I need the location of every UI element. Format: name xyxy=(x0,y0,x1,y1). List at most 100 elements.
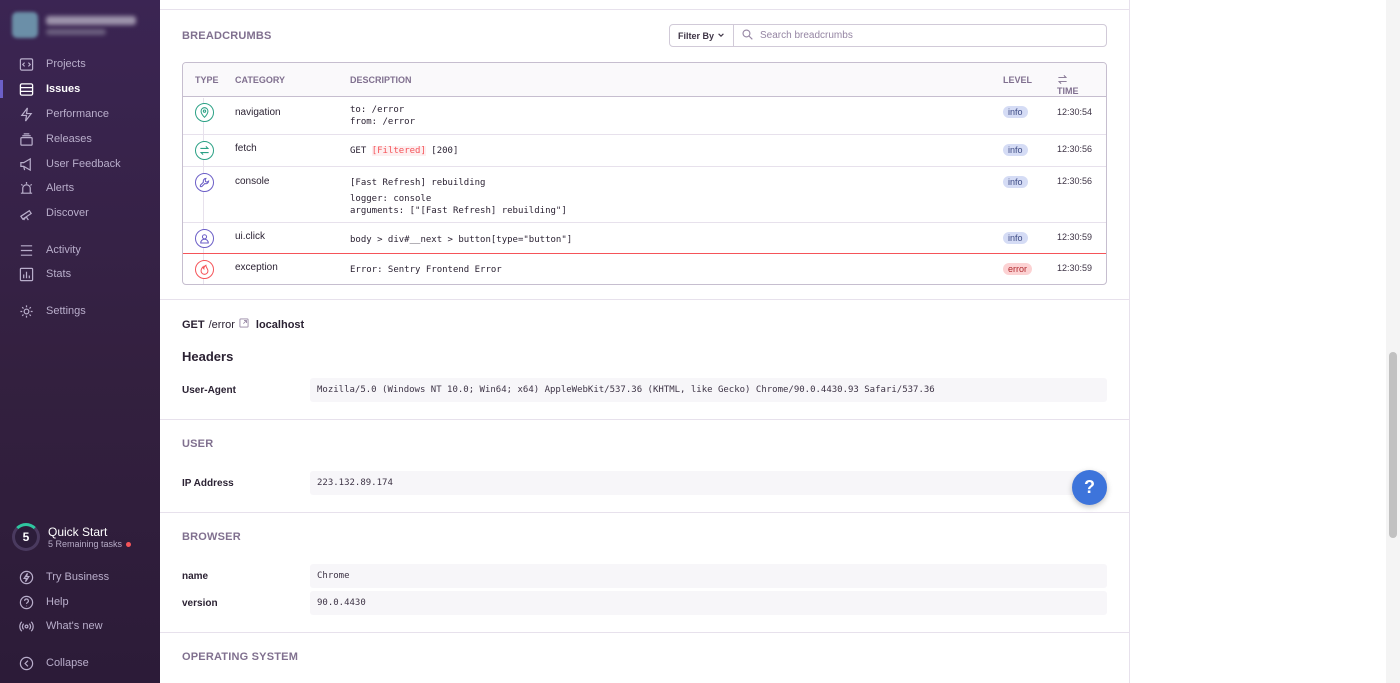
sidebar-item-label: Performance xyxy=(46,108,109,120)
search-icon xyxy=(742,28,753,43)
divider xyxy=(160,512,1130,513)
external-link-icon[interactable] xyxy=(239,318,249,331)
description-line: Error: Sentry Frontend Error xyxy=(350,265,502,275)
sidebar-item-label: Activity xyxy=(46,244,81,256)
request-host: localhost xyxy=(255,318,305,331)
issues-icon xyxy=(18,81,34,97)
request-path: /error xyxy=(208,318,235,331)
breadcrumb-time: 12:30:56 xyxy=(1057,144,1093,154)
level-badge: error xyxy=(1003,263,1033,275)
header-value: Mozilla/5.0 (Windows NT 10.0; Win64; x64… xyxy=(310,378,1107,402)
request-heading: GET /error localhost xyxy=(182,318,304,331)
filter-by-dropdown[interactable]: Filter By xyxy=(670,25,734,46)
wrench-icon xyxy=(195,173,214,192)
breadcrumb-description: [Fast Refresh] rebuilding logger: consol… xyxy=(350,177,567,217)
list-icon xyxy=(18,242,34,258)
org-avatar xyxy=(12,12,38,38)
breadcrumb-time: 12:30:59 xyxy=(1057,263,1093,273)
breadcrumb-row[interactable]: navigation to: /error from: /error info … xyxy=(183,97,1106,134)
business-icon xyxy=(18,569,34,585)
breadcrumb-row[interactable]: fetch GET [Filtered] [200] info 12:30:56 xyxy=(183,134,1106,166)
sidebar-item-label: Projects xyxy=(46,58,86,70)
sidebar-item-collapse[interactable]: Collapse xyxy=(0,652,160,674)
sidebar-item-discover[interactable]: Discover xyxy=(0,202,160,224)
sidebar-item-help[interactable]: Help xyxy=(0,591,160,613)
column-level: LEVEL xyxy=(1003,75,1033,85)
breadcrumb-search-input[interactable]: Search breadcrumbs xyxy=(734,25,1106,46)
description-line: body > div#__next > button[type="button"… xyxy=(350,235,573,245)
sidebar-item-activity[interactable]: Activity xyxy=(0,239,160,261)
sidebar-item-alerts[interactable]: Alerts xyxy=(0,177,160,199)
column-type: TYPE xyxy=(195,75,219,85)
breadcrumb-category: exception xyxy=(235,262,278,273)
sidebar-item-issues[interactable]: Issues xyxy=(0,78,160,100)
headers-title: Headers xyxy=(182,349,234,364)
notification-dot xyxy=(126,541,132,547)
sidebar-item-label: Discover xyxy=(46,207,89,219)
sidebar-item-label: What's new xyxy=(46,620,103,632)
header-key: User-Agent xyxy=(182,385,236,396)
stats-icon xyxy=(18,266,34,282)
scrollbar-thumb[interactable] xyxy=(1389,352,1397,538)
context-key: name xyxy=(182,571,209,582)
chevron-down-icon xyxy=(717,31,725,41)
level-badge: info xyxy=(1003,232,1028,244)
swap-arrows-icon xyxy=(1057,75,1068,84)
projects-icon xyxy=(18,56,34,72)
level-badge: info xyxy=(1003,144,1028,156)
gear-icon xyxy=(18,303,34,319)
broadcast-icon xyxy=(18,618,34,634)
telescope-icon xyxy=(18,205,34,221)
sidebar-item-stats[interactable]: Stats xyxy=(0,263,160,285)
column-description: DESCRIPTION xyxy=(350,75,412,85)
sidebar-item-projects[interactable]: Projects xyxy=(0,53,160,75)
quick-start[interactable]: 5 Quick Start 5 Remaining tasks xyxy=(12,523,132,551)
help-button[interactable]: ? xyxy=(1072,470,1107,505)
scrollbar-track[interactable] xyxy=(1386,0,1400,683)
breadcrumb-row[interactable]: ui.click body > div#__next > button[type… xyxy=(183,222,1106,254)
sidebar: Projects Issues Performance Releases Use… xyxy=(0,0,160,683)
lightning-icon xyxy=(18,106,34,122)
breadcrumb-description: GET [Filtered] [200] xyxy=(350,145,458,157)
breadcrumb-category: console xyxy=(235,176,270,187)
breadcrumb-row[interactable]: exception Error: Sentry Frontend Error e… xyxy=(183,253,1106,284)
breadcrumbs-table-header: TYPE CATEGORY DESCRIPTION LEVEL TIME xyxy=(183,63,1106,97)
breadcrumb-row[interactable]: console [Fast Refresh] rebuilding logger… xyxy=(183,166,1106,222)
event-details: BREADCRUMBS Filter By Search breadcrumbs… xyxy=(160,0,1130,683)
sidebar-item-settings[interactable]: Settings xyxy=(0,300,160,322)
org-name-blurred xyxy=(46,15,136,25)
megaphone-icon xyxy=(18,156,34,172)
user-section-title: USER xyxy=(182,438,214,450)
sidebar-item-label: User Feedback xyxy=(46,158,121,170)
breadcrumb-category: navigation xyxy=(235,107,281,118)
column-time[interactable]: TIME xyxy=(1057,74,1079,96)
sidebar-item-try-business[interactable]: Try Business xyxy=(0,566,160,588)
description-line: to: /error xyxy=(350,105,405,115)
sidebar-item-performance[interactable]: Performance xyxy=(0,103,160,125)
org-switcher[interactable] xyxy=(12,12,136,38)
context-value: 90.0.4430 xyxy=(310,591,1107,615)
question-icon xyxy=(18,594,34,610)
sidebar-item-label: Help xyxy=(46,596,69,608)
column-time-label: TIME xyxy=(1057,86,1079,96)
description-line: [Fast Refresh] rebuilding xyxy=(350,178,486,188)
level-badge: info xyxy=(1003,176,1028,188)
context-key: version xyxy=(182,598,218,609)
breadcrumb-description: to: /error from: /error xyxy=(350,104,415,128)
breadcrumb-category: fetch xyxy=(235,143,257,154)
sidebar-item-user-feedback[interactable]: User Feedback xyxy=(0,153,160,175)
request-method: GET xyxy=(350,146,372,156)
breadcrumbs-table: TYPE CATEGORY DESCRIPTION LEVEL TIME nav… xyxy=(182,62,1107,285)
org-user-blurred xyxy=(46,28,106,35)
user-icon xyxy=(195,229,214,248)
description-line: from: /error xyxy=(350,117,416,127)
sidebar-item-releases[interactable]: Releases xyxy=(0,128,160,150)
level-badge: info xyxy=(1003,106,1028,118)
releases-icon xyxy=(18,131,34,147)
breadcrumb-description: Error: Sentry Frontend Error xyxy=(350,264,502,276)
sidebar-item-label: Alerts xyxy=(46,182,75,194)
sidebar-item-whats-new[interactable]: What's new xyxy=(0,615,160,637)
sidebar-item-label: Stats xyxy=(46,268,72,280)
fire-icon xyxy=(195,260,214,279)
quick-start-progress-ring: 5 xyxy=(12,523,40,551)
